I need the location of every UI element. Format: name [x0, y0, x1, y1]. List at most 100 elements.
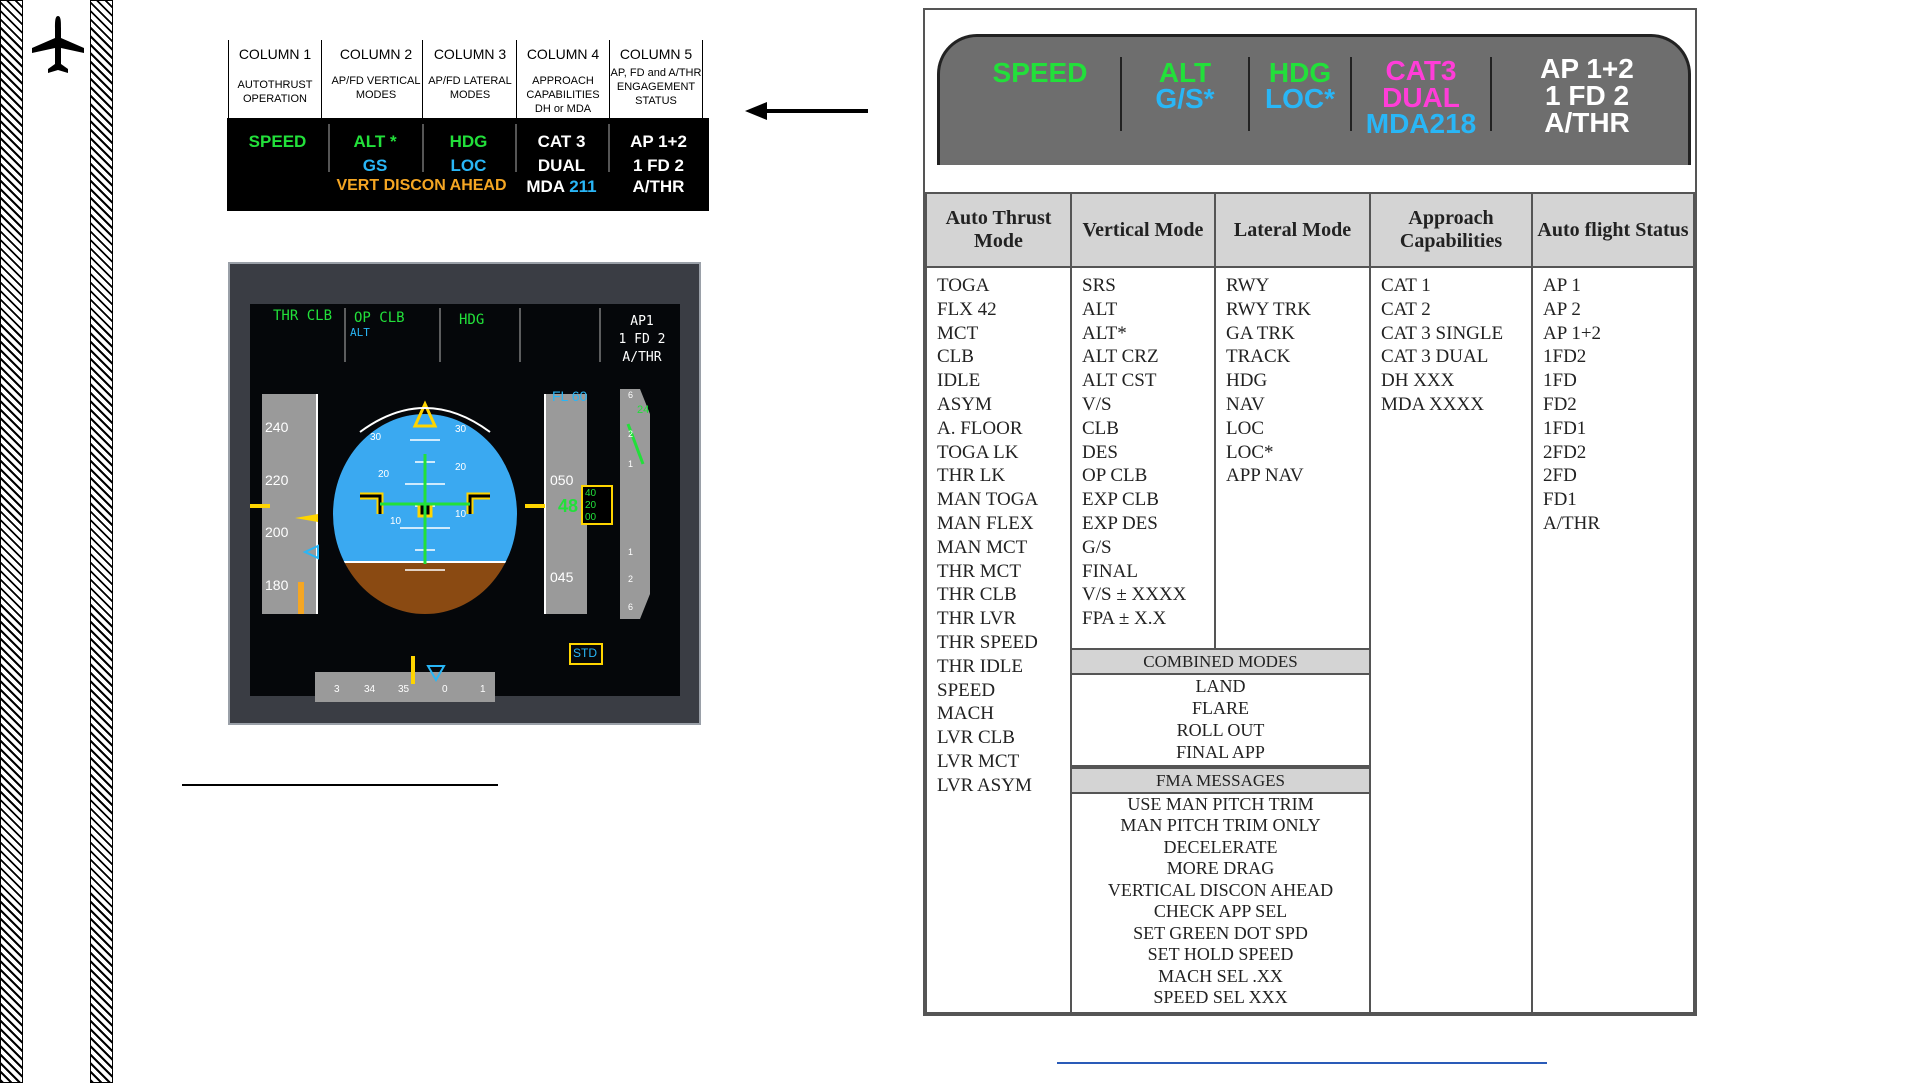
fma-strip: SPEED ALT * GS HDG LOC CAT 3 DUAL MDA 21… — [227, 118, 709, 211]
auto-thrust-mode-item: TOGA LK — [937, 441, 1019, 463]
auto-thrust-mode-item: THR SPEED — [937, 631, 1038, 653]
fma-dual: DUAL — [537, 156, 586, 175]
fma-messages-list: USE MAN PITCH TRIM MAN PITCH TRIM ONLY DEC… — [1072, 794, 1369, 1009]
pitch-tick: 10 — [390, 516, 402, 527]
auto-flight-status-item: 1FD — [1543, 370, 1577, 392]
divider — [1057, 1062, 1547, 1064]
column-header-3: COLUMN 3 AP/FD LATERAL MODES — [424, 40, 517, 118]
auto-thrust-mode-item: THR LK — [937, 465, 1006, 487]
auto-thrust-mode-item: MAN TOGA — [937, 489, 1039, 511]
vertical-mode-item: CLB — [1082, 417, 1119, 439]
vertical-mode-item: ALT CRZ — [1082, 346, 1159, 368]
auto-flight-status-item: 2FD — [1543, 465, 1577, 487]
fd-alt: ALT — [1158, 57, 1212, 88]
auto-thrust-mode-item: THR CLB — [937, 584, 1017, 606]
vsi-tick: 2 — [628, 429, 634, 439]
vsi-tick: 6 — [628, 602, 634, 612]
pfd-fma-c5-l1: AP1 — [630, 314, 654, 329]
auto-thrust-mode-item: TOGA — [937, 275, 990, 296]
fma-loc: LOC — [450, 156, 487, 175]
auto-flight-status-item: FD1 — [1543, 489, 1577, 511]
lateral-mode-item: RWY TRK — [1226, 298, 1311, 320]
fma-alt: ALT * — [353, 132, 397, 151]
altitude-readout: 48 — [558, 496, 579, 516]
mode-table: Auto Thrust Mode Vertical Mode Lateral M… — [925, 192, 1695, 1015]
fma-message: VERT DISCON AHEAD — [336, 177, 507, 194]
fma-gs: GS — [362, 156, 388, 175]
vertical-mode-item: FPA ± X.X — [1082, 608, 1167, 630]
vsi-readout: 24 — [637, 404, 650, 416]
airplane-icon — [30, 14, 86, 78]
pitch-tick: 10 — [455, 509, 467, 520]
column-title: COLUMN 2 — [339, 46, 413, 62]
altitude-target: FL 60 — [552, 388, 588, 404]
approach-capability-item: DH XXX — [1381, 370, 1455, 392]
auto-thrust-list: TOGA FLX 42 MCT CLB IDLE ASYM A. FLOOR TOGA LK T… — [927, 268, 1070, 798]
fd-mda: MDA218 — [1365, 108, 1477, 139]
vertical-mode-item: DES — [1082, 441, 1118, 463]
combined-mode-item: ROLL OUT — [1176, 720, 1265, 740]
column-title: COLUMN 1 — [238, 46, 312, 62]
fma-mda-value: 211 — [569, 177, 597, 196]
fma-athr: A/THR — [632, 177, 685, 196]
combined-mode-item: FINAL APP — [1176, 742, 1265, 762]
fd-gs: G/S* — [1155, 83, 1215, 114]
column-title: COLUMN 5 — [619, 46, 693, 62]
fma-messages-cell: FMA MESSAGES USE MAN PITCH TRIM MAN PITCH… — [1070, 764, 1371, 1015]
fma-message-item: SET GREEN DOT SPD — [1133, 922, 1308, 943]
auto-thrust-mode-item: THR IDLE — [937, 655, 1024, 677]
fma-speed: SPEED — [248, 132, 307, 151]
fma-message-item: SET HOLD SPEED — [1147, 944, 1294, 965]
column-subtitle: AP/FD LATERAL MODES — [428, 75, 512, 101]
lateral-mode-item: NAV — [1226, 393, 1265, 415]
lateral-mode-item: LOC* — [1226, 441, 1274, 463]
fma-mda-label: MDA — [526, 177, 565, 196]
altitude-drum: 00 — [585, 512, 597, 523]
combined-modes-list: LAND FLARE ROLL OUT FINAL APP — [1072, 675, 1369, 763]
auto-thrust-mode-item: LVR ASYM — [937, 774, 1032, 796]
fd-ap: AP 1+2 — [1540, 53, 1634, 84]
fma-message-item: DECELERATE — [1163, 836, 1278, 857]
pfd-fma-c2: OP CLB — [354, 310, 405, 326]
vertical-list: SRS ALT ALT* ALT CRZ ALT CST V/S CLB DES OP CLB E… — [1072, 268, 1214, 631]
auto-thrust-mode-item: ASYM — [937, 393, 992, 415]
pitch-tick: 20 — [378, 469, 390, 480]
left-rail-hatch-inner — [90, 0, 113, 1083]
column-subtitle: AP/FD VERTICAL MODES — [331, 75, 421, 101]
fd-dual: DUAL — [1382, 82, 1460, 113]
heading-tick: 34 — [364, 684, 376, 695]
heading-tick: 1 — [480, 684, 486, 695]
vertical-mode-item: V/S ± XXXX — [1082, 584, 1187, 606]
altitude-tick: 050 — [550, 472, 574, 488]
pitch-tick: 30 — [455, 424, 467, 435]
auto-thrust-mode-item: THR MCT — [937, 560, 1021, 582]
baro-setting: STD — [573, 646, 597, 660]
auto-thrust-mode-item: MAN FLEX — [937, 512, 1034, 534]
heading-tick: 35 — [398, 684, 410, 695]
lateral-mode-item: HDG — [1226, 370, 1268, 392]
combined-mode-item: FLARE — [1191, 698, 1249, 718]
heading-tick: 3 — [334, 684, 340, 695]
lateral-list: RWY RWY TRK GA TRK TRACK HDG NAV LOC LOC* APP NA… — [1216, 268, 1369, 488]
fma-message-item: CHECK APP SEL — [1153, 901, 1288, 922]
pfd-fma-c2-armed: ALT — [350, 326, 370, 339]
column-title: COLUMN 3 — [433, 46, 507, 62]
approach-capability-item: CAT 2 — [1381, 298, 1431, 320]
auto-thrust-mode-item: FLX 42 — [937, 298, 997, 320]
speed-tick: 220 — [265, 472, 289, 488]
fma-cat: CAT 3 — [537, 132, 586, 151]
lateral-mode-item: LOC — [1226, 417, 1264, 439]
vertical-mode-item: EXP DES — [1082, 512, 1158, 534]
fma-display-graphic: SPEED ALT G/S* HDG LOC* CAT3 DUAL MDA218… — [937, 34, 1691, 165]
auto-thrust-mode-item: IDLE — [937, 370, 981, 392]
fd-loc: LOC* — [1265, 83, 1335, 114]
column-header-4: COLUMN 4 APPROACH CAPABILITIES DH or MDA — [517, 40, 610, 118]
auto-thrust-mode-item: CLB — [937, 346, 974, 368]
combined-modes-title: COMBINED MODES — [1072, 650, 1369, 675]
fd-speed: SPEED — [992, 57, 1088, 88]
auto-flight-status-item: 1FD2 — [1543, 346, 1587, 368]
speed-tick: 200 — [265, 524, 289, 540]
approach-capability-item: MDA XXXX — [1381, 393, 1484, 415]
auto-thrust-mode-item: LVR MCT — [937, 750, 1020, 772]
auto-thrust-mode-item: A. FLOOR — [937, 417, 1023, 439]
